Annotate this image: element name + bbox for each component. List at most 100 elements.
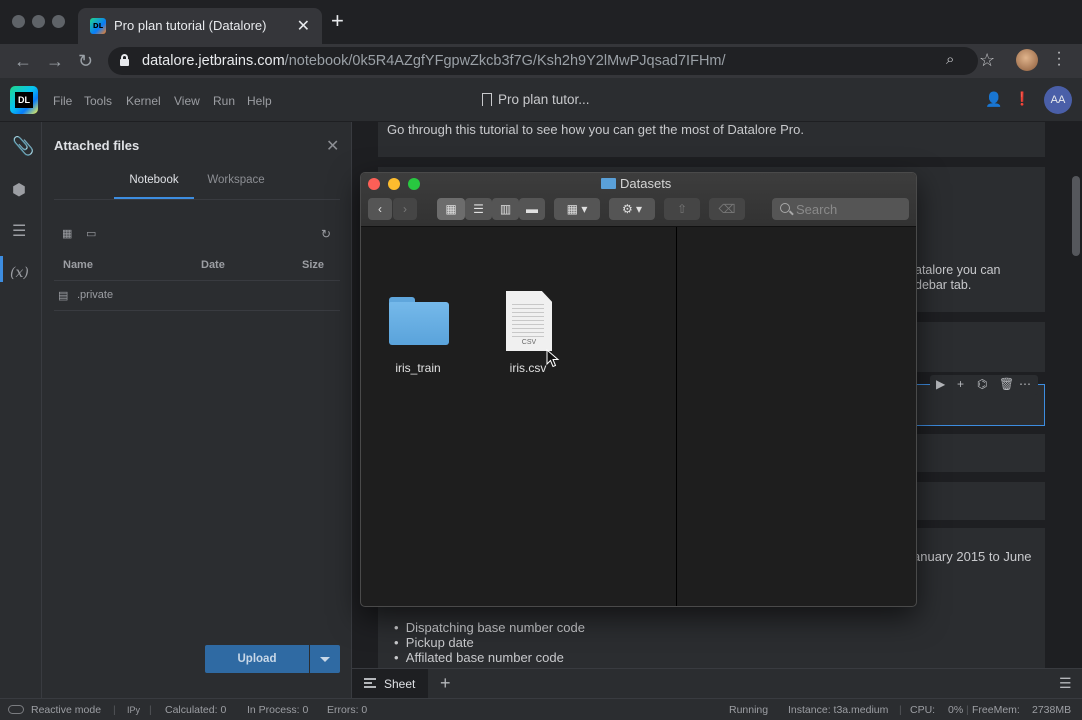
status-separator: | xyxy=(899,704,902,716)
finder-zoom-button[interactable] xyxy=(408,178,420,190)
app-header: DL File Tools Kernel View Run Help Pro p… xyxy=(0,78,1082,122)
python-icon[interactable]: ⌬ xyxy=(977,377,987,391)
new-file-icon[interactable]: ▦ xyxy=(62,227,72,240)
status-separator: | xyxy=(113,704,116,716)
notebook-cell[interactable]: Go through this tutorial to see how you … xyxy=(378,122,1045,157)
forward-icon[interactable]: → xyxy=(46,50,64,72)
add-sheet-icon[interactable]: + xyxy=(440,673,451,694)
browser-menu-icon[interactable]: · · · xyxy=(1054,45,1064,73)
kernel-state: Running xyxy=(729,704,769,716)
new-folder-icon[interactable]: ▭ xyxy=(86,227,96,240)
errors-count: Errors: 0 xyxy=(327,704,368,716)
finder-search-field[interactable]: Search xyxy=(772,198,909,220)
add-cell-icon[interactable]: + xyxy=(957,377,964,391)
menu-help[interactable]: Help xyxy=(247,94,272,108)
status-bar: Reactive mode | IPy | Calculated: 0 In P… xyxy=(0,698,1082,720)
tab-divider xyxy=(54,199,340,200)
share-user-icon[interactable]: 👤 xyxy=(985,91,1002,108)
sheets-menu-icon[interactable]: ☰ xyxy=(1059,675,1072,692)
notebook-scrollbar[interactable] xyxy=(1072,176,1080,256)
tab-notebook[interactable]: Notebook xyxy=(114,169,194,199)
menu-view[interactable]: View xyxy=(174,94,200,108)
tags-icon[interactable]: ⌫ xyxy=(709,198,745,220)
panel-title: Attached files xyxy=(54,138,140,153)
profile-avatar[interactable] xyxy=(1016,49,1038,71)
list-view-button[interactable]: ☰ xyxy=(465,198,492,220)
new-tab-icon[interactable]: + xyxy=(331,10,344,32)
finder-close-button[interactable] xyxy=(368,178,380,190)
datalore-favicon: DL xyxy=(90,18,106,34)
reactive-mode-label: Reactive mode xyxy=(31,704,102,716)
column-size[interactable]: Size xyxy=(302,259,324,271)
bookmark-star-icon[interactable]: ☆ xyxy=(979,49,995,71)
list-icon[interactable]: ☰ xyxy=(12,221,26,241)
sheet-tab[interactable]: Sheet xyxy=(352,669,428,698)
menu-file[interactable]: File xyxy=(53,94,72,108)
sheet-bar: Sheet + ☰ xyxy=(352,668,1082,698)
window-zoom-control[interactable] xyxy=(52,15,65,28)
url-text: datalore.jetbrains.com/notebook/0k5R4AZg… xyxy=(142,53,726,69)
browser-toolbar: ← → ↻ datalore.jetbrains.com/notebook/0k… xyxy=(0,44,1082,78)
attached-files-panel: Attached files ✕ Notebook Workspace ▦ ▭ … xyxy=(42,122,352,698)
cpu-label: CPU: xyxy=(910,704,936,716)
browser-tab[interactable]: DL Pro plan tutorial (Datalore) ✕ xyxy=(78,8,322,44)
sheet-tab-label: Sheet xyxy=(384,677,416,691)
mouse-pointer-icon xyxy=(546,349,560,368)
upload-dropdown-button[interactable] xyxy=(310,645,340,673)
delete-cell-icon[interactable]: 🗑 xyxy=(999,377,1014,391)
address-bar[interactable]: datalore.jetbrains.com/notebook/0k5R4AZg… xyxy=(108,47,978,75)
status-separator: | xyxy=(149,704,152,716)
window-minimize-control[interactable] xyxy=(32,15,45,28)
window-close-control[interactable] xyxy=(12,15,25,28)
browser-tab-bar: DL Pro plan tutorial (Datalore) ✕ + xyxy=(0,0,1082,44)
finder-file-pane: iris_train CSV iris.csv xyxy=(361,227,676,606)
finder-window: Datasets ‹ › ▦ ☰ ▥ ▬ ▦ ▾ ⚙ ▾ ⇧ ⌫ Search … xyxy=(360,172,917,607)
bookmark-icon xyxy=(482,93,492,106)
menu-tools[interactable]: Tools xyxy=(84,94,112,108)
run-cell-icon[interactable]: ▶ xyxy=(936,377,945,391)
back-icon[interactable]: ← xyxy=(14,50,32,72)
action-gear-icon[interactable]: ⚙ ▾ xyxy=(609,198,655,220)
back-button[interactable]: ‹ xyxy=(368,198,392,220)
forward-button[interactable]: › xyxy=(393,198,417,220)
column-date[interactable]: Date xyxy=(201,259,225,271)
cell-text: debar tab. xyxy=(915,278,972,292)
upload-button[interactable]: Upload xyxy=(205,645,309,673)
more-options-icon[interactable]: ⋯ xyxy=(1019,377,1031,391)
menu-run[interactable]: Run xyxy=(213,94,235,108)
column-name[interactable]: Name xyxy=(63,259,93,271)
cpu-value: 0% xyxy=(948,704,964,716)
notebook-title[interactable]: Pro plan tutor... xyxy=(482,92,590,107)
datalore-logo[interactable]: DL xyxy=(10,86,38,114)
variables-icon[interactable]: (x) xyxy=(10,265,29,281)
sheet-icon xyxy=(364,678,376,688)
panel-close-icon[interactable]: ✕ xyxy=(326,136,339,156)
paperclip-icon[interactable]: 📎 xyxy=(12,136,34,157)
menu-kernel[interactable]: Kernel xyxy=(126,94,161,108)
reload-icon[interactable]: ↻ xyxy=(78,50,93,72)
search-placeholder: Search xyxy=(796,202,838,217)
tab-workspace[interactable]: Workspace xyxy=(194,169,278,199)
tab-close-icon[interactable]: ✕ xyxy=(297,16,310,36)
kernel-label: IPy xyxy=(127,705,141,715)
finder-preview-pane xyxy=(677,227,916,606)
csv-file-icon: CSV xyxy=(506,291,552,351)
icon-view-button[interactable]: ▦ xyxy=(437,198,465,220)
user-avatar[interactable]: AA xyxy=(1044,86,1072,114)
tool-rail: 📎 ⬢ ☰ (x) xyxy=(0,122,42,698)
zoom-search-icon[interactable]: ⌕ xyxy=(946,49,954,71)
cube-icon[interactable]: ⬢ xyxy=(12,180,26,200)
group-by-button[interactable]: ▦ ▾ xyxy=(554,198,600,220)
share-icon[interactable]: ⇧ xyxy=(664,198,700,220)
gallery-view-button[interactable]: ▬ xyxy=(519,198,545,220)
intro-text: Go through this tutorial to see how you … xyxy=(387,122,804,137)
file-row-name[interactable]: .private xyxy=(77,289,113,301)
finder-minimize-button[interactable] xyxy=(388,178,400,190)
freemem-label: FreeMem: xyxy=(972,704,1020,716)
feedback-icon[interactable]: ❗ xyxy=(1014,91,1030,107)
folder-icon xyxy=(601,178,616,189)
column-view-button[interactable]: ▥ xyxy=(492,198,519,220)
reactive-mode-toggle[interactable] xyxy=(8,705,24,714)
freemem-value: 2738MB xyxy=(1032,704,1072,716)
refresh-icon[interactable]: ↻ xyxy=(321,227,331,241)
